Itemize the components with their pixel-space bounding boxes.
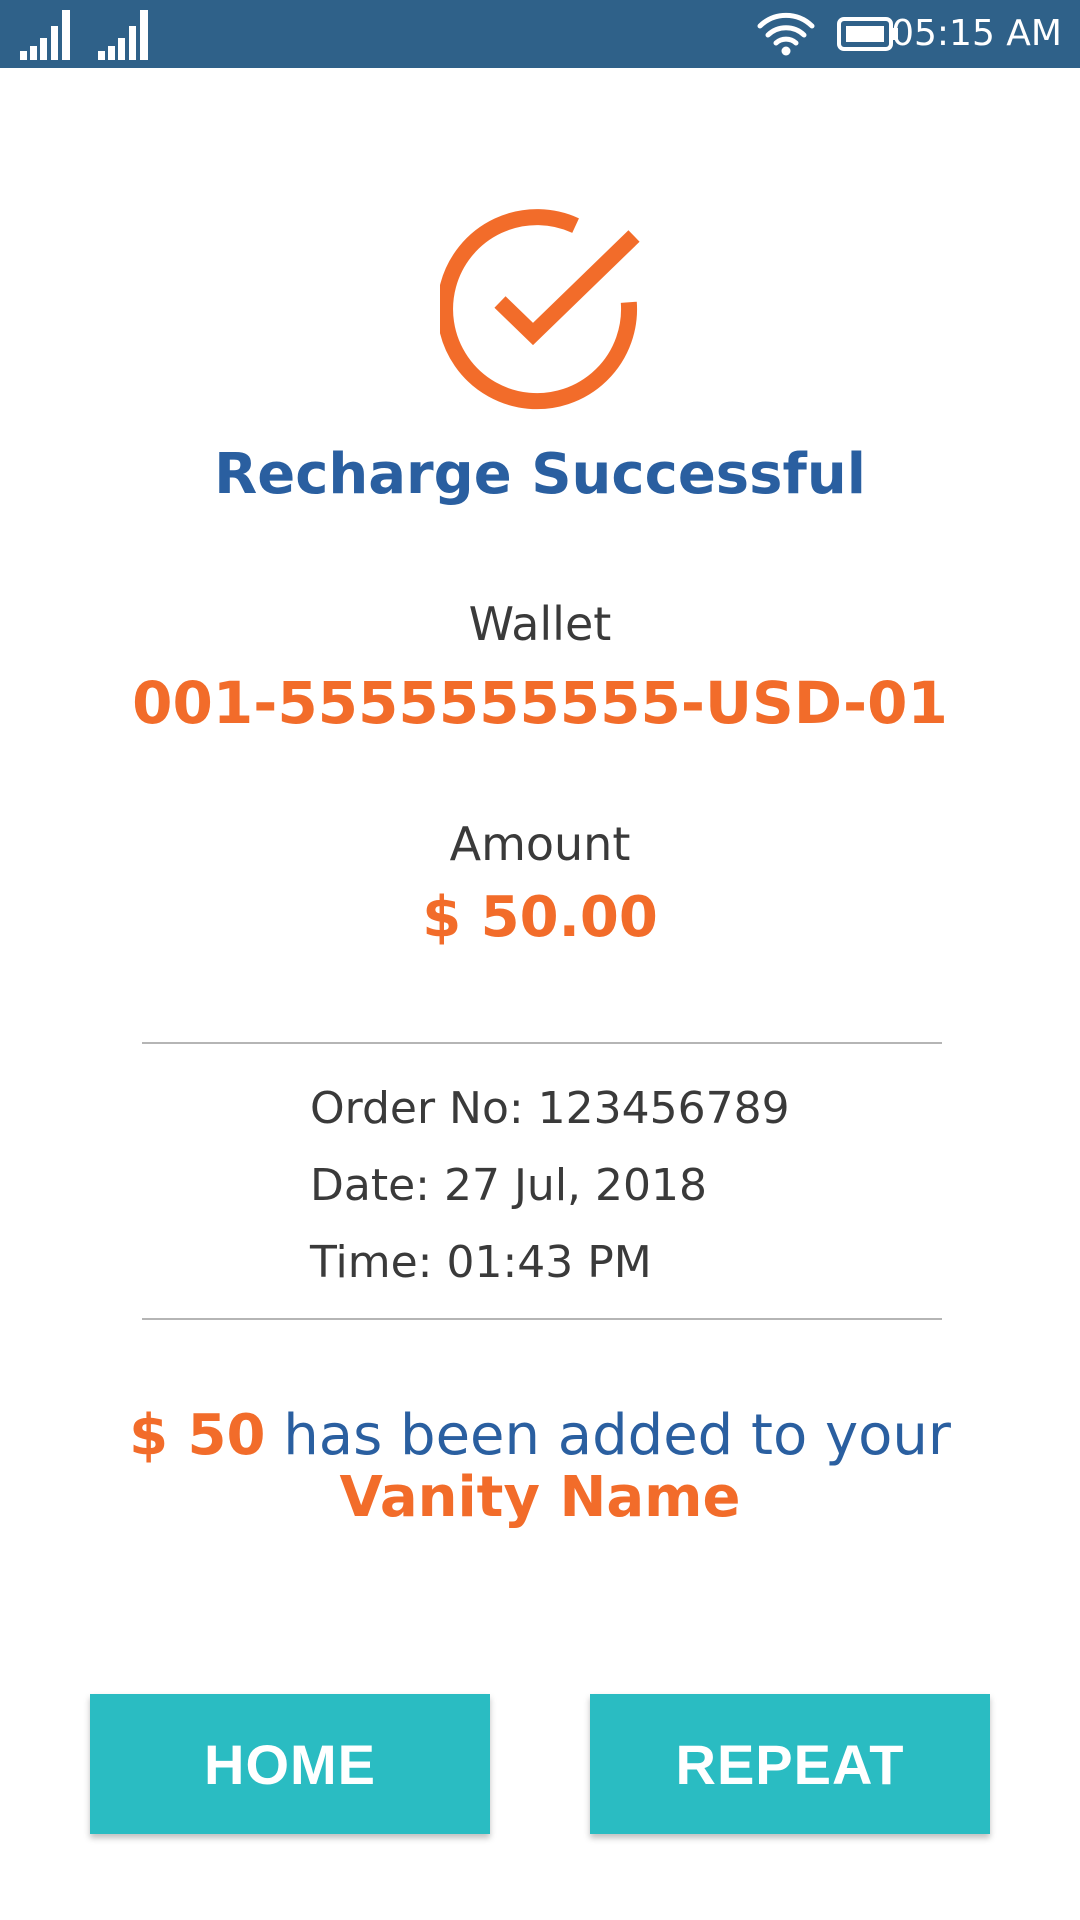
page-title: Recharge Successful: [214, 442, 866, 507]
amount-value: $ 50.00: [422, 885, 658, 950]
confirmation-text: has been added to your: [265, 1403, 951, 1468]
signal-icon: [98, 10, 148, 60]
divider: [142, 1318, 942, 1320]
transaction-details: Order No: 123456789 Date: 27 Jul, 2018 T…: [310, 1070, 790, 1301]
status-bar: 05:15 AM: [0, 0, 1080, 68]
wallet-label: Wallet: [468, 597, 612, 651]
confirmation-amount: $ 50: [129, 1403, 266, 1468]
order-date: Date: 27 Jul, 2018: [310, 1160, 707, 1211]
check-circle-icon: [440, 209, 640, 410]
wifi-icon: [757, 12, 815, 56]
divider: [142, 1042, 942, 1044]
home-button[interactable]: HOME: [90, 1694, 490, 1834]
amount-label: Amount: [449, 817, 631, 871]
confirmation-message: $ 50 has been added to your Vanity Name: [0, 1405, 1080, 1529]
wallet-number: 001-5555555555-USD-01: [132, 669, 948, 737]
vanity-name: Vanity Name: [339, 1465, 741, 1530]
status-time: 05:15 AM: [891, 13, 1062, 54]
order-time: Time: 01:43 PM: [310, 1237, 652, 1288]
signal-icon: [20, 10, 70, 60]
repeat-button[interactable]: REPEAT: [590, 1694, 990, 1834]
order-number: Order No: 123456789: [310, 1083, 790, 1134]
